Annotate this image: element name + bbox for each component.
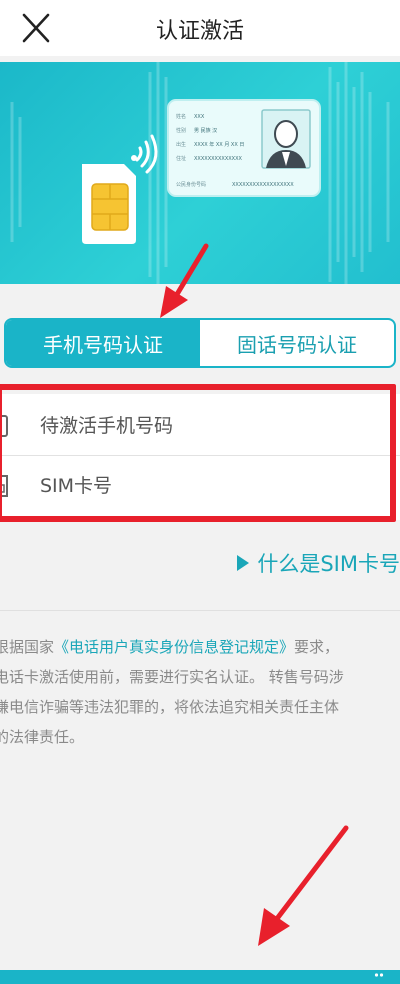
phone-row: [0, 396, 400, 456]
notice-line-4: 的法律责任。: [0, 728, 85, 746]
svg-text:姓名: 姓名: [176, 113, 186, 120]
sim-link-label: 什么是SIM卡号: [257, 552, 400, 576]
notice-text: 根据国家: [0, 638, 55, 656]
page-title: 认证激活: [155, 19, 244, 44]
play-triangle-icon: [237, 555, 250, 571]
divider: [0, 610, 400, 611]
sim-row: [0, 456, 400, 516]
svg-text:住址: 住址: [176, 155, 186, 162]
law-name[interactable]: 《电话用户真实身份信息登记规定》: [54, 638, 294, 656]
top-bar: 认证激活: [0, 0, 400, 56]
banner: 姓名 XXX 性别 男 民族 汉 出生 XXXX 年 XX 月 XX 日 住址 XXXX…: [0, 62, 400, 284]
auth-type-tabs: 手机号码认证 固话号码认证: [4, 318, 396, 368]
svg-text:XXXXXXXXXXXXXXXXXX: XXXXXXXXXXXXXXXXXX: [232, 182, 294, 188]
what-is-sim-link[interactable]: 什么是SIM卡号: [237, 548, 400, 578]
svg-text:XXXXXXXXXXXXXX: XXXXXXXXXXXXXX: [194, 156, 243, 162]
notice-line-2: 电话卡激活使用前，需要进行实名认证。 转售号码涉: [0, 668, 344, 686]
sim-card-icon: [82, 134, 158, 244]
svg-text:公民身份号码: 公民身份号码: [176, 181, 206, 188]
svg-text:XXX: XXX: [194, 114, 205, 120]
submit-bar[interactable]: [0, 970, 400, 984]
more-icon: [374, 973, 384, 977]
phone-icon: [0, 415, 8, 437]
sim-number-input[interactable]: [40, 466, 380, 506]
svg-text:XXXX 年 XX 月 XX 日: XXXX 年 XX 月 XX 日: [194, 141, 244, 148]
tab-mobile-auth[interactable]: 手机号码认证: [6, 320, 200, 366]
svg-text:性别: 性别: [176, 127, 186, 134]
notice-line-1: 根据国家《电话用户真实身份信息登记规定》要求，: [0, 632, 400, 662]
svg-text:男 民族 汉: 男 民族 汉: [194, 127, 217, 134]
notice-line-3: 嫌电信诈骗等违法犯罪的，将依法追究相关责任主体: [0, 698, 340, 716]
activation-form: [0, 394, 400, 520]
notice-text: 要求，: [294, 638, 340, 656]
tab-landline-auth[interactable]: 固话号码认证: [200, 320, 394, 366]
banner-illustration: 姓名 XXX 性别 男 民族 汉 出生 XXXX 年 XX 月 XX 日 住址 XXXX…: [10, 62, 390, 284]
sim-card-small-icon: [0, 475, 8, 497]
svg-text:出生: 出生: [176, 141, 186, 148]
legal-notice: 根据国家《电话用户真实身份信息登记规定》要求， 电话卡激活使用前，需要进行实名认…: [0, 632, 400, 752]
arrow-to-bottom-icon: [258, 825, 349, 946]
phone-number-input[interactable]: [40, 406, 380, 446]
id-card-icon: 姓名 XXX 性别 男 民族 汉 出生 XXXX 年 XX 月 XX 日 住址 XXXX…: [167, 99, 321, 197]
